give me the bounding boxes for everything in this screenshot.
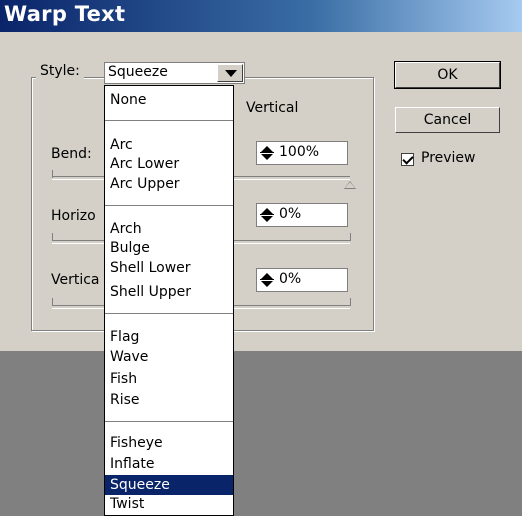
window-title: Warp Text — [4, 2, 126, 26]
horizontal-label: Horizo — [51, 208, 96, 224]
canvas-area — [0, 351, 522, 516]
style-option-flag[interactable]: Flag — [105, 327, 233, 347]
style-option-none[interactable]: None — [105, 90, 233, 110]
horizontal-value-field[interactable]: 0% — [256, 203, 348, 227]
style-dropdown-list: None Arc Arc Lower Arc Upper Arch Bulge … — [104, 85, 234, 516]
style-option-squeeze[interactable]: Squeeze — [105, 475, 233, 495]
vertical-radio-label[interactable]: Vertical — [246, 100, 298, 116]
spinner-icon[interactable] — [260, 272, 274, 288]
bend-label: Bend: — [51, 146, 92, 162]
style-option-arch[interactable]: Arch — [105, 219, 233, 239]
bend-value: 100% — [279, 144, 320, 160]
bend-value-field[interactable]: 100% — [256, 141, 348, 165]
style-option-arc-lower[interactable]: Arc Lower — [105, 154, 233, 174]
spinner-icon[interactable] — [260, 145, 274, 161]
style-option-inflate[interactable]: Inflate — [105, 454, 233, 474]
style-option-arc[interactable]: Arc — [105, 135, 233, 155]
style-option-arc-upper[interactable]: Arc Upper — [105, 174, 233, 194]
vertical-value-field[interactable]: 0% — [256, 268, 348, 292]
style-option-bulge[interactable]: Bulge — [105, 238, 233, 258]
ok-button[interactable]: OK — [394, 61, 501, 89]
style-option-fisheye[interactable]: Fisheye — [105, 433, 233, 453]
chevron-down-icon[interactable] — [217, 64, 243, 82]
style-option-shell-lower[interactable]: Shell Lower — [105, 258, 233, 278]
style-select[interactable]: Squeeze — [104, 62, 245, 84]
style-option-fish[interactable]: Fish — [105, 369, 233, 389]
style-option-rise[interactable]: Rise — [105, 390, 233, 410]
style-option-twist[interactable]: Twist — [105, 494, 233, 514]
title-bar: Warp Text — [0, 0, 522, 32]
cancel-button[interactable]: Cancel — [395, 107, 500, 133]
horizontal-value: 0% — [279, 206, 302, 222]
style-select-value: Squeeze — [108, 64, 168, 80]
vertical-label: Vertica — [51, 272, 100, 288]
preview-checkbox[interactable] — [401, 153, 414, 166]
style-option-wave[interactable]: Wave — [105, 347, 233, 367]
spinner-icon[interactable] — [260, 207, 274, 223]
style-option-shell-upper[interactable]: Shell Upper — [105, 282, 233, 302]
bend-slider-thumb[interactable] — [344, 181, 356, 189]
preview-label[interactable]: Preview — [421, 150, 476, 166]
vertical-value: 0% — [279, 271, 302, 287]
style-label: Style: — [36, 63, 84, 79]
